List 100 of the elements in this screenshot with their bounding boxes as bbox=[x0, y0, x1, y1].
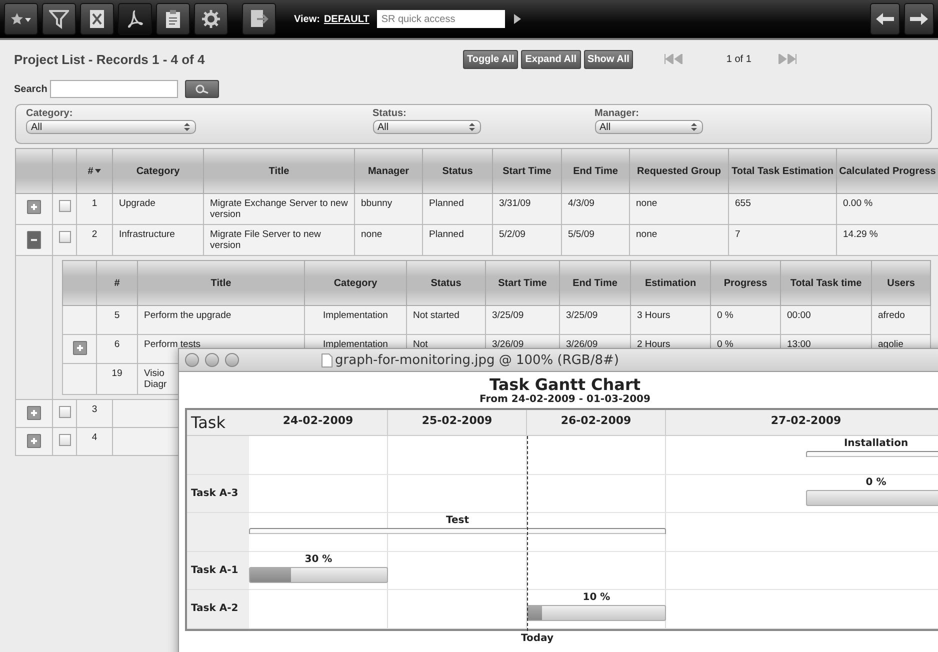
spreadsheet-button[interactable] bbox=[80, 3, 114, 35]
bar-label: 0 % bbox=[866, 476, 886, 488]
search-field[interactable] bbox=[50, 80, 178, 98]
clipboard-icon bbox=[165, 9, 181, 29]
table-cell: Not started bbox=[413, 310, 460, 321]
table-cell: Infrastructure bbox=[119, 229, 175, 240]
window-title: graph-for-monitoring.jpg @ 100% (RGB/8#) bbox=[335, 352, 619, 368]
row-checkbox[interactable] bbox=[58, 231, 70, 243]
stepper-icon bbox=[183, 122, 191, 132]
table-cell: 3 Hours bbox=[637, 310, 670, 321]
window-button[interactable] bbox=[205, 353, 219, 367]
clipboard-button[interactable] bbox=[156, 3, 190, 35]
row-checkbox[interactable] bbox=[58, 200, 70, 212]
table-cell: Planned bbox=[429, 229, 464, 240]
table-cell: 2 Hours bbox=[637, 339, 670, 350]
view-label: View: bbox=[294, 14, 320, 24]
favorites-button[interactable] bbox=[4, 3, 38, 35]
bar-label: Installation bbox=[844, 438, 908, 449]
table-cell: Migrate Exchange Server to new version bbox=[210, 198, 348, 220]
column-header[interactable]: Start Time bbox=[498, 278, 547, 288]
column-header[interactable]: End Time bbox=[573, 166, 618, 176]
header-button[interactable]: Toggle All bbox=[463, 50, 518, 68]
table-cell: 19 bbox=[112, 368, 122, 379]
column-header[interactable]: Users bbox=[887, 278, 915, 288]
table-cell: 7 bbox=[735, 229, 740, 240]
pager-text: 1 of 1 bbox=[726, 54, 752, 64]
search-button[interactable] bbox=[185, 80, 220, 98]
chart-subtitle: From 24-02-2009 - 01-03-2009 bbox=[478, 394, 652, 405]
bar-label: Test bbox=[446, 515, 469, 526]
date-header: 26-02-2009 bbox=[527, 410, 666, 435]
row-checkbox[interactable] bbox=[58, 434, 70, 446]
date-header: 27-02-2009 bbox=[770, 413, 842, 429]
column-header[interactable]: # bbox=[88, 166, 102, 176]
column-header[interactable]: # bbox=[114, 278, 120, 288]
search-label: Search bbox=[14, 84, 48, 94]
today-label: Today bbox=[521, 632, 554, 644]
filter-select[interactable]: All bbox=[26, 120, 196, 134]
column-header[interactable]: Estimation bbox=[644, 278, 696, 288]
table-cell: 4 bbox=[92, 432, 98, 443]
table-cell: 00:00 bbox=[787, 310, 811, 321]
window-button[interactable] bbox=[225, 353, 239, 367]
forward-button[interactable] bbox=[904, 3, 934, 35]
view-link[interactable]: DEFAULT bbox=[324, 14, 370, 24]
expand-button[interactable] bbox=[27, 200, 41, 214]
document-arrow-icon bbox=[249, 9, 269, 29]
page-title: Project List - Records 1 - 4 of 4 bbox=[14, 52, 206, 66]
header-button[interactable]: Show All bbox=[584, 50, 634, 68]
column-header[interactable]: End Time bbox=[572, 278, 618, 288]
chart-title: Task Gantt Chart bbox=[488, 375, 642, 394]
back-button[interactable] bbox=[870, 3, 900, 35]
table-cell: 0.00 % bbox=[843, 198, 873, 209]
table-cell: 14.29 % bbox=[843, 229, 878, 240]
filter-label: Status: bbox=[372, 108, 408, 119]
loop-icon bbox=[126, 9, 144, 29]
window-button[interactable] bbox=[185, 353, 199, 367]
column-header[interactable]: Progress bbox=[724, 278, 768, 288]
bar-label: 10 % bbox=[582, 592, 610, 603]
table-cell: Implementation bbox=[323, 339, 388, 350]
filter-button[interactable] bbox=[42, 3, 76, 35]
table-cell: 0 % bbox=[717, 339, 734, 350]
table-cell-text: Visio Diagr bbox=[144, 368, 168, 390]
expand-button[interactable] bbox=[27, 231, 41, 249]
table-cell: none bbox=[636, 198, 658, 209]
table-cell: none bbox=[636, 229, 658, 240]
table-cell: 3/31/09 bbox=[499, 198, 531, 209]
expand-button[interactable] bbox=[27, 406, 41, 420]
table-cell: Perform the upgrade bbox=[144, 310, 232, 321]
plus-icon bbox=[29, 202, 39, 212]
filter-select[interactable]: All bbox=[594, 120, 702, 134]
table-cell: 3/26/09 bbox=[566, 339, 598, 350]
column-header[interactable]: Total Task time bbox=[790, 278, 862, 288]
expand-button[interactable] bbox=[27, 434, 41, 448]
export-button[interactable] bbox=[242, 3, 276, 35]
task-label: Task A-1 bbox=[187, 552, 249, 590]
table-cell: 2 bbox=[92, 229, 98, 240]
column-header[interactable]: Title bbox=[210, 278, 232, 288]
plus-icon bbox=[74, 343, 84, 353]
table-cell: agolie bbox=[878, 339, 904, 350]
quick-access-field[interactable]: SR quick access bbox=[377, 10, 506, 28]
column-header[interactable]: Status bbox=[430, 278, 462, 288]
bar-label: 30 % bbox=[304, 554, 332, 564]
table-cell: Implementation bbox=[323, 310, 388, 321]
row-checkbox[interactable] bbox=[58, 406, 70, 418]
table-cell: 3/26/09 bbox=[492, 339, 524, 350]
pdf-button[interactable] bbox=[118, 3, 152, 35]
table-cell: 655 bbox=[735, 198, 751, 209]
stepper-icon bbox=[468, 122, 476, 132]
table-cell: Upgrade bbox=[119, 198, 156, 209]
filter-icon bbox=[49, 9, 69, 29]
column-header[interactable]: Category bbox=[334, 278, 378, 288]
settings-button[interactable] bbox=[194, 3, 228, 35]
header-button[interactable]: Expand All bbox=[521, 50, 581, 68]
column-header[interactable]: Start Time bbox=[502, 166, 552, 176]
date-header: 25-02-2009 bbox=[388, 410, 527, 435]
filter-select[interactable]: All bbox=[372, 120, 480, 134]
column-header[interactable]: Category bbox=[136, 166, 180, 176]
column-header[interactable]: Title bbox=[268, 166, 290, 176]
column-header[interactable]: Status bbox=[442, 166, 473, 176]
column-header[interactable]: Manager bbox=[368, 166, 410, 176]
expand-button[interactable] bbox=[72, 341, 86, 355]
